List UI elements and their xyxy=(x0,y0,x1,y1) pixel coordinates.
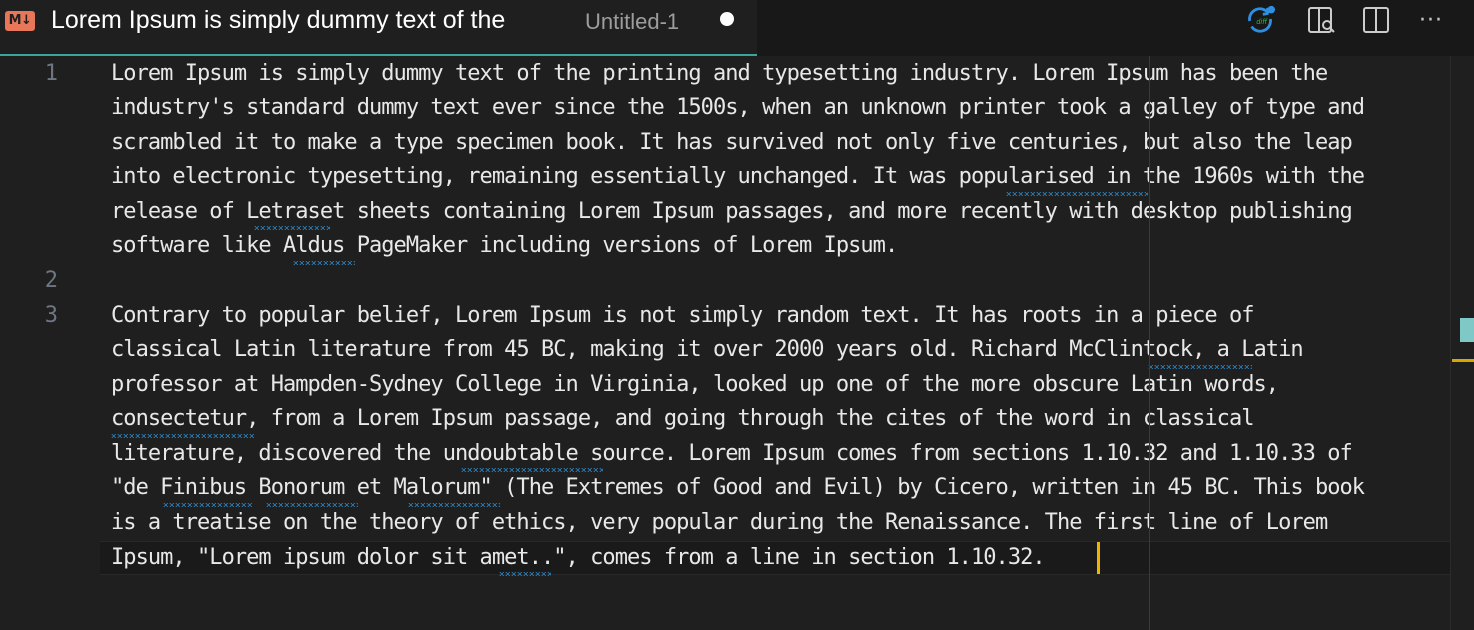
text-line: scrambled it to make a type specimen boo… xyxy=(111,130,1353,155)
tab-title: Lorem Ipsum is simply dummy text of the xyxy=(51,6,506,34)
spell-squiggle xyxy=(1148,365,1252,369)
spell-squiggle xyxy=(461,468,603,472)
text-line: Contrary to popular belief, Lorem Ipsum … xyxy=(111,303,1254,328)
spell-squiggle xyxy=(499,572,551,576)
line-number: 2 xyxy=(44,268,58,293)
markdown-icon: M↓ xyxy=(5,11,35,31)
text-line: classical Latin literature from 45 BC, m… xyxy=(111,337,1304,362)
text-line: Ipsum, "Lorem ipsum dolor sit amet..", c… xyxy=(111,545,1046,570)
text-line: release of Letraset sheets containing Lo… xyxy=(111,199,1353,224)
spell-squiggle xyxy=(293,261,355,265)
spell-squiggle xyxy=(1006,192,1148,196)
spell-squiggle xyxy=(254,226,330,230)
text-cursor xyxy=(1097,542,1100,574)
spell-squiggle xyxy=(408,503,500,507)
more-actions-icon[interactable]: ··· xyxy=(1415,4,1447,36)
column-ruler xyxy=(1149,56,1150,630)
text-line: literature, discovered the undoubtable s… xyxy=(111,441,1353,466)
scrollbar-slider[interactable] xyxy=(1460,318,1474,342)
text-line: software like Aldus PageMaker including … xyxy=(111,233,898,258)
diff-label: diff xyxy=(1256,18,1268,26)
unsaved-dot-icon[interactable] xyxy=(720,12,734,26)
split-editor-icon[interactable] xyxy=(1360,4,1392,36)
text-line: is a treatise on the theory of ethics, v… xyxy=(111,510,1328,535)
text-line: professor at Hampden-Sydney College in V… xyxy=(111,372,1279,397)
spell-squiggle xyxy=(266,503,358,507)
text-line: industry's standard dummy text ever sinc… xyxy=(111,95,1365,120)
editor-tab[interactable]: M↓ Lorem Ipsum is simply dummy text of t… xyxy=(0,0,757,56)
open-changes-icon[interactable]: diff xyxy=(1244,4,1276,36)
editor-area[interactable]: 1 2 3 Lorem Ipsum is simply dummy text o… xyxy=(0,56,1474,630)
spell-squiggle xyxy=(111,434,255,438)
text-line: into electronic typesetting, remaining e… xyxy=(111,164,1365,189)
text-line: consectetur, from a Lorem Ipsum passage,… xyxy=(111,406,1254,431)
tab-file-name: Untitled-1 xyxy=(585,9,680,34)
spell-squiggle xyxy=(163,503,253,507)
text-line: "de Finibus Bonorum et Malorum" (The Ext… xyxy=(111,475,1365,500)
vertical-scrollbar[interactable] xyxy=(1450,56,1474,630)
line-number: 3 xyxy=(44,303,58,328)
editor-tab-bar: M↓ Lorem Ipsum is simply dummy text of t… xyxy=(0,0,1474,56)
more-actions-label: ··· xyxy=(1419,7,1443,33)
open-preview-to-side-icon[interactable] xyxy=(1305,4,1337,36)
line-number: 1 xyxy=(44,61,58,86)
line-number-gutter: 1 2 3 xyxy=(0,56,100,630)
text-line: Lorem Ipsum is simply dummy text of the … xyxy=(111,61,1328,86)
cursor-position-marker xyxy=(1452,359,1474,362)
